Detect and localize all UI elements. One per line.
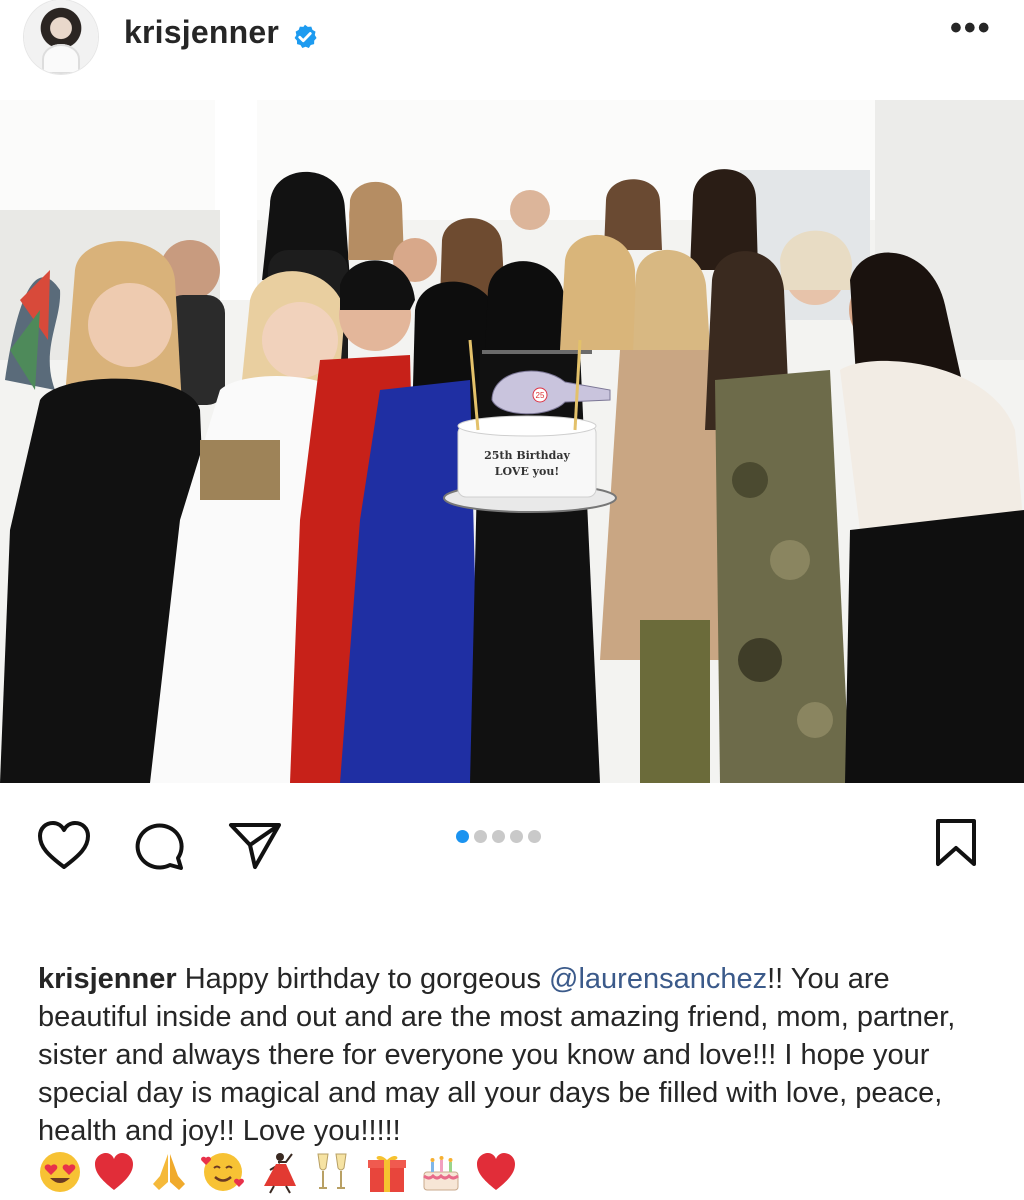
caption-username[interactable]: krisjenner <box>38 963 177 995</box>
carousel-indicator <box>456 828 546 844</box>
smiling-hearts-emoji-icon <box>201 1153 245 1191</box>
clinking-glasses-emoji-icon <box>317 1153 347 1189</box>
party-photo-illustration: 25th Birthday LOVE you! 25 <box>0 100 1024 783</box>
cake-text-line1: 25th Birthday <box>484 449 570 462</box>
post-actions <box>0 800 1024 890</box>
cake-text-line2: LOVE you! <box>495 465 559 478</box>
carousel-dot[interactable] <box>492 830 505 844</box>
folded-hands-emoji-icon <box>152 1154 185 1190</box>
more-options-icon[interactable]: ••• <box>950 11 998 48</box>
avatar[interactable] <box>24 0 98 74</box>
caption-emoji-row <box>38 1150 524 1196</box>
red-heart-emoji-icon <box>95 1153 134 1190</box>
caption-mention[interactable]: @laurensanchez <box>549 963 767 995</box>
carousel-dot-active[interactable] <box>456 830 469 844</box>
red-heart-emoji-icon <box>476 1153 515 1190</box>
post-photo[interactable]: 25th Birthday LOVE you! 25 <box>0 100 1024 783</box>
post-caption: krisjenner Happy birthday to gorgeous @l… <box>38 960 998 1150</box>
bookmark-icon[interactable] <box>934 818 978 868</box>
gift-emoji-icon <box>367 1155 406 1192</box>
post-username[interactable]: krisjenner <box>124 14 279 51</box>
birthday-cake-emoji-icon <box>423 1156 460 1191</box>
heart-icon[interactable] <box>36 820 92 872</box>
dancer-emoji-icon <box>263 1153 296 1194</box>
carousel-dot[interactable] <box>528 830 541 844</box>
comment-icon[interactable] <box>132 822 186 872</box>
verified-badge-icon <box>294 24 317 48</box>
carousel-dot[interactable] <box>510 830 523 844</box>
send-icon[interactable] <box>228 821 282 871</box>
carousel-dot[interactable] <box>474 830 487 844</box>
heart-eyes-emoji-icon <box>40 1152 80 1192</box>
topper-number: 25 <box>536 391 545 400</box>
caption-text-before: Happy birthday to gorgeous <box>176 963 550 995</box>
post-header: krisjenner ••• <box>0 0 1024 100</box>
